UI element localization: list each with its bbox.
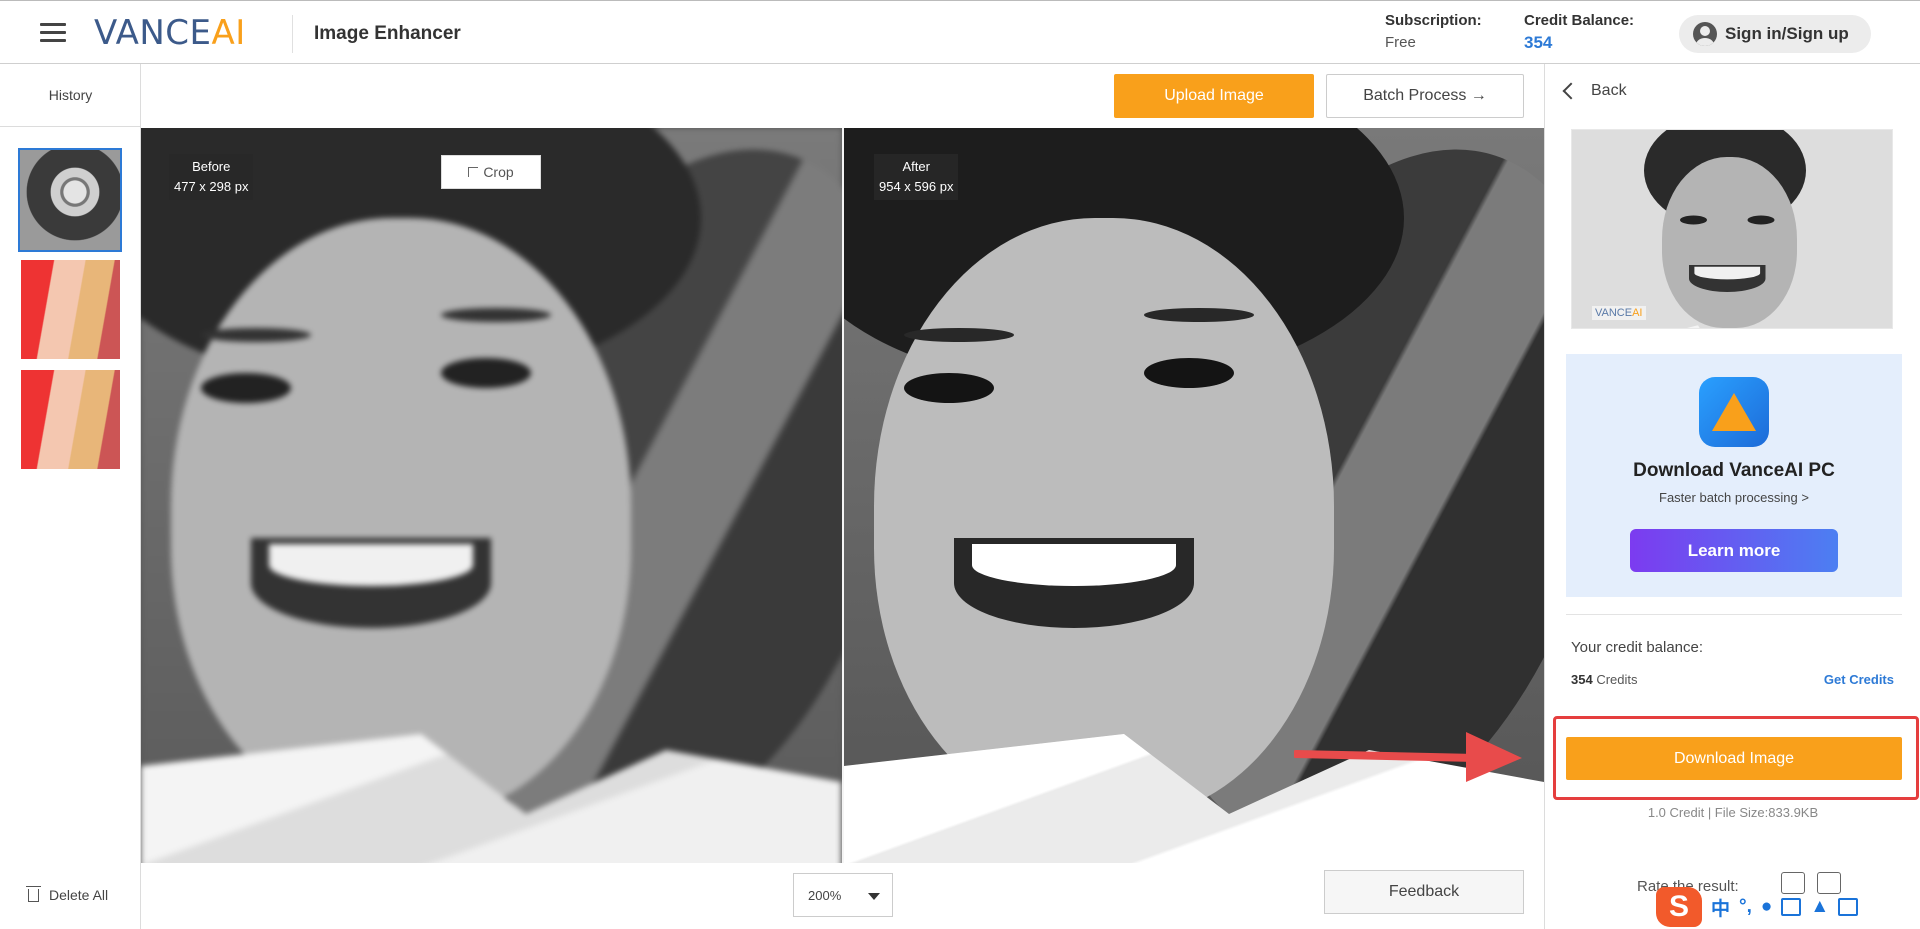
history-thumbnail[interactable] — [18, 148, 122, 252]
app-title: Image Enhancer — [314, 23, 461, 44]
credit-balance-label: Credit Balance: — [1524, 12, 1635, 29]
before-tag: Before 477 x 298 px — [169, 154, 254, 200]
subscription-value: Free — [1385, 34, 1416, 51]
back-label: Back — [1591, 82, 1627, 99]
crop-button[interactable]: Crop — [441, 155, 541, 189]
subscription-label: Subscription: — [1385, 12, 1482, 29]
learn-more-button[interactable]: Learn more — [1630, 529, 1838, 572]
file-info: 1.0 Credit | File Size:833.9KB — [1647, 805, 1819, 820]
upload-image-button[interactable]: Upload Image — [1114, 74, 1314, 118]
back-button[interactable]: Back — [1562, 82, 1627, 100]
skin-icon[interactable]: ▲ — [1810, 896, 1829, 918]
annotation-arrow-icon — [1294, 732, 1522, 782]
after-size: 954 x 596 px — [879, 179, 954, 194]
keyboard-icon[interactable] — [1781, 898, 1802, 916]
ime-punctuation-toggle[interactable]: °, — [1739, 896, 1752, 918]
get-credits-link[interactable]: Get Credits — [1824, 672, 1894, 687]
promo-title: Download VanceAI PC — [1633, 460, 1835, 481]
history-thumbnail[interactable] — [21, 370, 120, 469]
delete-all-label: Delete All — [49, 887, 109, 903]
vanceai-logo[interactable]: VANCEAI — [94, 13, 246, 53]
watermark-logo: VANCEAI — [1592, 306, 1646, 320]
zoom-select[interactable]: 200% — [793, 873, 893, 917]
pc-app-promo: Download VanceAI PC Faster batch process… — [1566, 354, 1902, 597]
history-thumbnail[interactable] — [21, 260, 120, 359]
credit-balance-value: 354 — [1524, 33, 1553, 52]
after-label: After — [902, 159, 930, 174]
result-panel: Back VANCEAI Download VanceAI PC Faster … — [1544, 64, 1920, 929]
zoom-value: 200% — [808, 887, 842, 903]
ime-language-toggle[interactable]: 中 — [1711, 894, 1730, 921]
result-preview-image: VANCEAI — [1571, 129, 1893, 329]
history-tab[interactable]: History — [0, 64, 141, 127]
feedback-button[interactable]: Feedback — [1324, 870, 1524, 914]
ime-logo[interactable]: S — [1656, 887, 1702, 927]
header-divider — [292, 15, 293, 53]
crop-icon — [468, 167, 479, 177]
signin-button[interactable]: Sign in/Sign up — [1679, 15, 1871, 53]
chevron-left-icon — [1562, 82, 1580, 100]
signin-label: Sign in/Sign up — [1725, 24, 1849, 43]
credits-count: 354 Credits — [1571, 672, 1638, 687]
divider — [1566, 614, 1902, 615]
download-image-button[interactable]: Download Image — [1566, 737, 1902, 780]
credit-balance-heading: Your credit balance: — [1571, 639, 1704, 656]
top-header: VANCEAI Image Enhancer Subscription: Fre… — [0, 0, 1920, 64]
batch-process-button[interactable]: Batch Process → — [1326, 74, 1524, 118]
history-sidebar: History Delete All — [0, 64, 141, 929]
before-label: Before — [192, 159, 231, 174]
after-tag: After 954 x 596 px — [874, 154, 959, 200]
crop-label: Crop — [483, 164, 514, 180]
delete-all-button[interactable]: Delete All — [26, 885, 109, 903]
grid-icon[interactable] — [1838, 898, 1859, 916]
before-image[interactable]: Before 477 x 298 px Crop — [141, 128, 842, 863]
ime-toolbar: S 中 °, ● ▲ — [1652, 885, 1920, 929]
chevron-down-icon — [868, 893, 880, 900]
vanceai-pc-app-icon — [1699, 377, 1769, 447]
menu-icon[interactable] — [40, 23, 66, 43]
user-icon — [1693, 22, 1717, 46]
microphone-icon[interactable]: ● — [1761, 896, 1772, 918]
promo-subtitle-link[interactable]: Faster batch processing > — [1566, 490, 1902, 505]
before-size: 477 x 298 px — [174, 179, 249, 194]
trash-icon — [26, 885, 41, 902]
